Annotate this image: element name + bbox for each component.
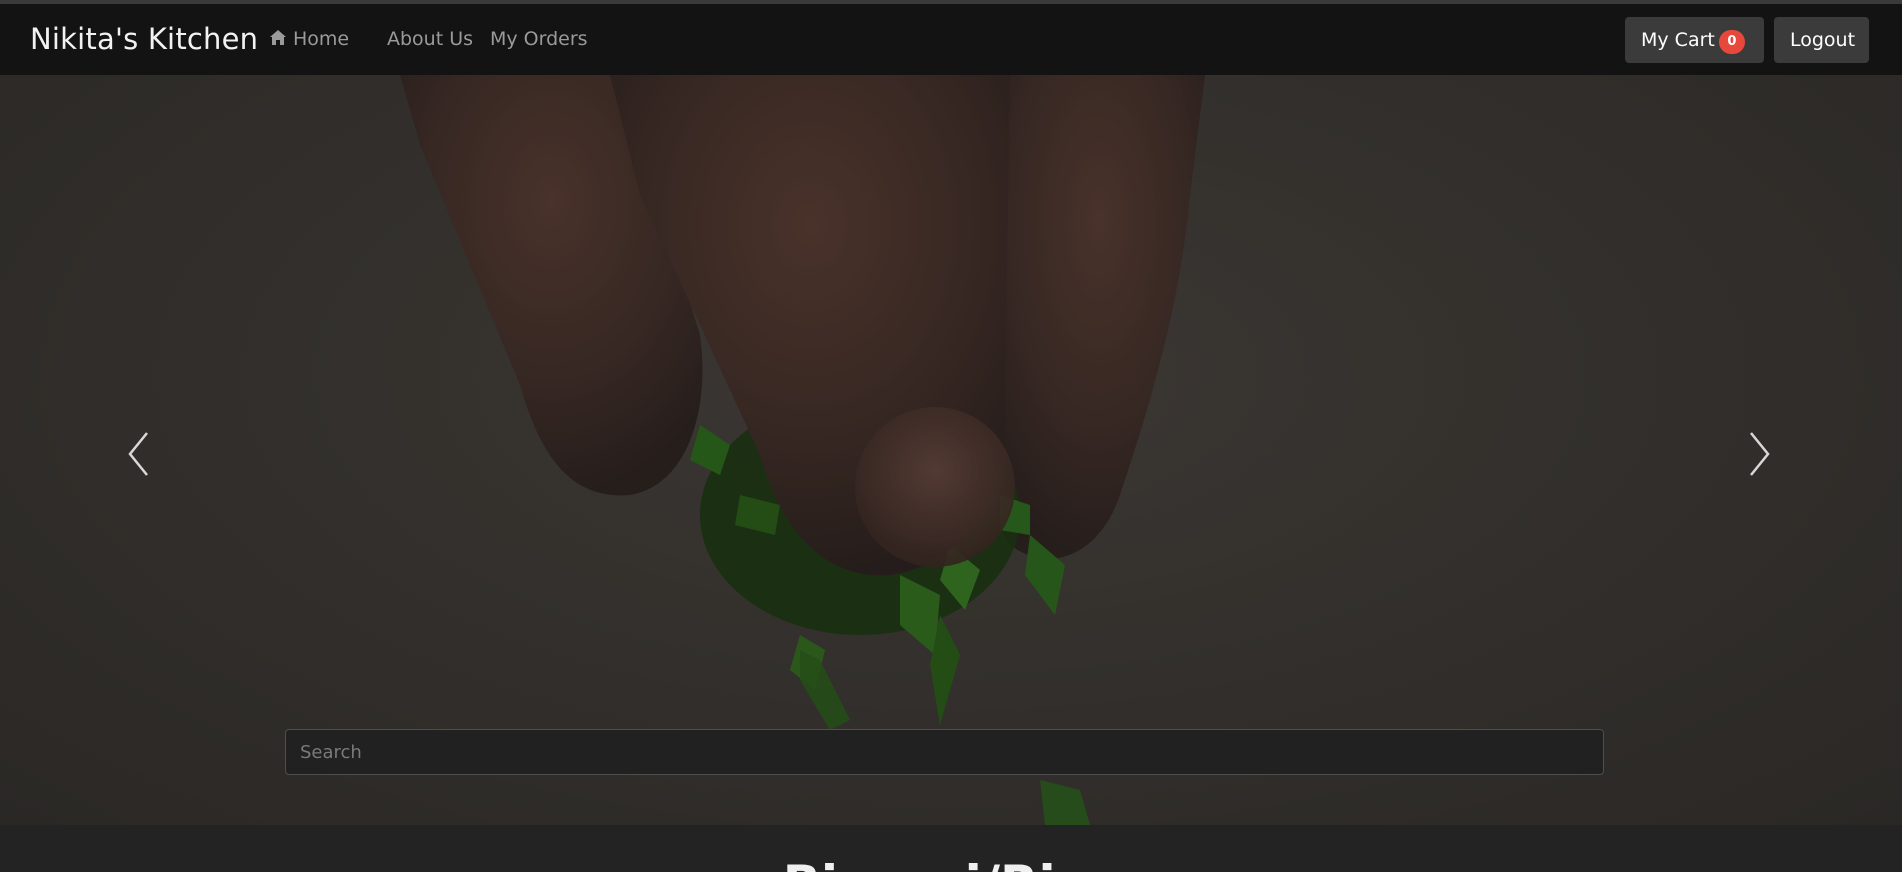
my-cart-button[interactable]: My Cart 0 bbox=[1625, 17, 1764, 63]
section-title: Biryani/Rice bbox=[0, 855, 1902, 872]
chevron-right-icon bbox=[1750, 432, 1770, 476]
logout-button[interactable]: Logout bbox=[1774, 17, 1869, 63]
hero-image bbox=[0, 75, 1902, 825]
nav-link-about-us[interactable]: About Us bbox=[387, 28, 473, 50]
my-cart-label: My Cart bbox=[1641, 29, 1715, 51]
nav-link-my-orders[interactable]: My Orders bbox=[490, 28, 588, 50]
home-icon bbox=[269, 29, 287, 46]
carousel-next-button[interactable] bbox=[1736, 429, 1776, 479]
hero-carousel bbox=[0, 75, 1902, 825]
cart-count-badge: 0 bbox=[1718, 30, 1745, 54]
menu-section: Biryani/Rice bbox=[0, 825, 1902, 872]
carousel-prev-button[interactable] bbox=[122, 429, 162, 479]
chevron-left-icon bbox=[128, 432, 148, 476]
search-input[interactable] bbox=[285, 729, 1604, 775]
nav-link-home[interactable]: Home bbox=[269, 28, 349, 50]
brand-logo-text[interactable]: Nikita's Kitchen bbox=[30, 22, 258, 56]
nav-link-home-label: Home bbox=[293, 28, 350, 50]
navbar: Nikita's Kitchen Home About Us My Orders… bbox=[0, 4, 1902, 75]
page: Nikita's Kitchen Home About Us My Orders… bbox=[0, 0, 1902, 872]
